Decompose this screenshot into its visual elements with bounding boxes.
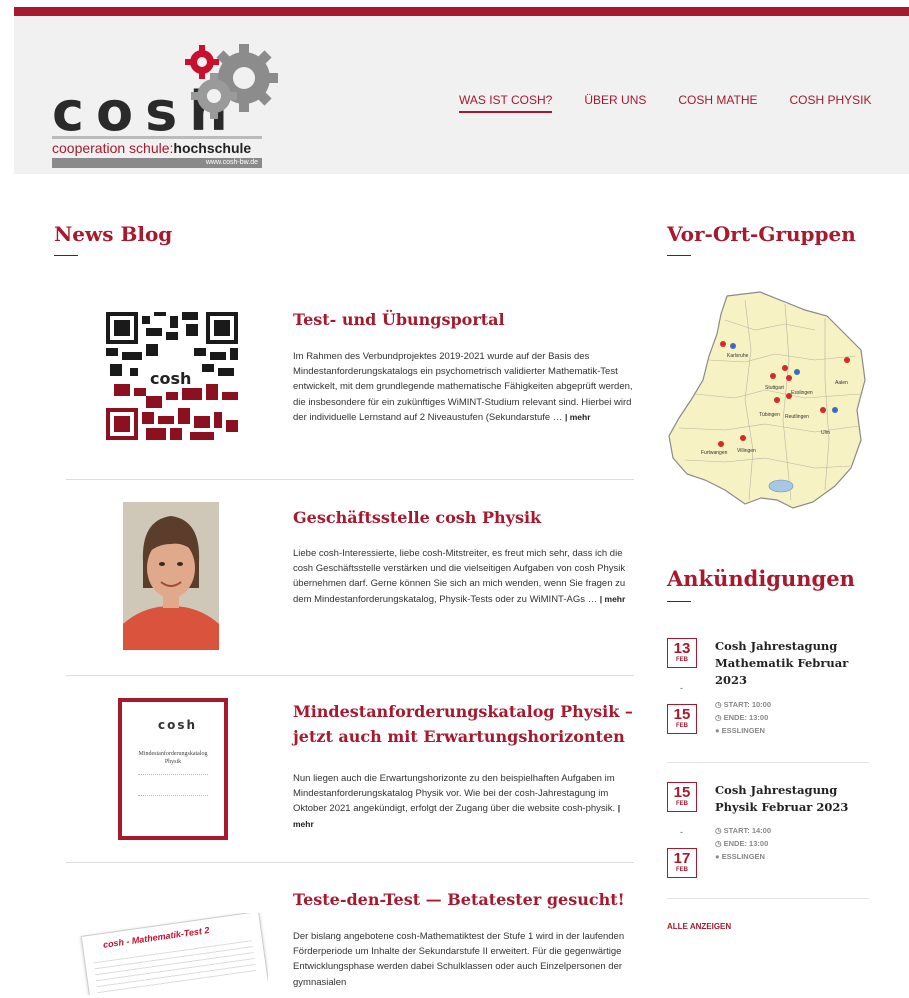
post-title[interactable]: Teste-den-Test — Betatester gesucht! (293, 887, 638, 912)
map-label: Villingen (737, 448, 756, 454)
news-post: cosh Mindestanforderungskatalog Physik M… (66, 676, 634, 862)
post-excerpt: Nun liegen auch die Erwartungshorizonte … (293, 773, 621, 829)
portrait-photo[interactable] (123, 502, 219, 650)
clock-icon: ◷ (715, 826, 724, 835)
map-label: Furtwangen (701, 450, 728, 456)
event-divider (667, 898, 869, 899)
announcements-heading: Ankündigungen (667, 566, 855, 591)
heading-divider (667, 255, 691, 256)
map-label: Tübingen (759, 412, 780, 418)
map-label: Reutlingen (785, 414, 809, 420)
nav-cosh-mathe[interactable]: COSH MATHE (678, 93, 757, 113)
news-post: Geschäftsstelle cosh Physik Liebe cosh-I… (66, 480, 634, 675)
post-excerpt: Liebe cosh-Interessierte, liebe cosh-Mit… (293, 548, 626, 605)
event-item[interactable]: 15 FEB - 17 FEB Cosh Jahrestagung Physik F… (667, 782, 869, 882)
location-pin-icon: ● (715, 726, 722, 735)
news-post: cosh - Mathematik-Test 2 Teste-den-Test … (66, 863, 634, 998)
event-end-date: 17 FEB (667, 848, 697, 878)
cover-logo: cosh (158, 718, 198, 732)
site-logo[interactable]: cosh cooperation schule:hochschule www.c… (52, 38, 282, 168)
news-post: cosh Test- und Übungsportal Im Rahmen de… (66, 300, 634, 470)
post-excerpt: Im Rahmen des Verbundprojektes 2019-2021… (293, 351, 633, 423)
map-label: Esslingen (791, 390, 813, 396)
document-cover-image[interactable]: cosh Mindestanforderungskatalog Physik (118, 698, 228, 840)
post-title[interactable]: Test- und Übungsportal (293, 307, 638, 332)
post-title[interactable]: Mindestanforderungskatalog Physik – jetz… (293, 699, 638, 749)
map-label: Karlsruhe (727, 353, 749, 359)
nav-ueber-uns[interactable]: ÜBER UNS (584, 93, 646, 113)
heading-divider (667, 601, 691, 602)
cover-title: Mindestanforderungskatalog Physik (138, 751, 208, 765)
groups-map[interactable]: Karlsruhe Stuttgart Esslingen Aalen Tübi… (665, 290, 870, 512)
logo-url: www.cosh-bw.de (52, 158, 262, 168)
qr-code-image[interactable]: cosh (106, 312, 238, 440)
clock-icon: ◷ (715, 700, 724, 709)
event-divider (667, 762, 869, 763)
post-title[interactable]: Geschäftsstelle cosh Physik (293, 505, 638, 530)
news-blog-heading: News Blog (54, 222, 173, 246)
map-label: Aalen (835, 380, 848, 386)
groups-heading: Vor-Ort-Gruppen (667, 222, 856, 246)
show-all-button[interactable]: ALLE ANZEIGEN (667, 922, 731, 931)
logo-tagline: cooperation schule:hochschule (52, 136, 262, 156)
nav-was-ist-cosh[interactable]: WAS IST COSH? (459, 93, 553, 113)
location-pin-icon: ● (715, 852, 722, 861)
gears-icon (185, 44, 278, 119)
event-meta: ◷ START: 10:00 ◷ ENDE: 13:00 ● ESSLINGEN (715, 700, 772, 735)
map-label: Stuttgart (765, 385, 785, 391)
main-nav: WAS IST COSH? ÜBER UNS COSH MATHE COSH P… (459, 93, 872, 113)
heading-divider (54, 255, 78, 256)
test-sheet-image[interactable]: cosh - Mathematik-Test 2 (78, 913, 268, 995)
clock-icon: ◷ (715, 839, 724, 848)
post-excerpt: Der bislang angebotene cosh-Mathematikte… (293, 931, 625, 988)
read-more-link[interactable]: | mehr (600, 594, 626, 604)
event-end-date: 15 FEB (667, 704, 697, 734)
event-title[interactable]: Cosh Jahrestagung Physik Februar 2023 (715, 782, 870, 816)
svg-text:cosh: cosh (150, 369, 191, 388)
event-start-date: 13 FEB (667, 638, 697, 668)
event-item[interactable]: 13 FEB - 15 FEB Cosh Jahrestagung Mathemat… (667, 638, 869, 748)
event-title[interactable]: Cosh Jahrestagung Mathematik Februar 202… (715, 638, 870, 689)
read-more-link[interactable]: | mehr (565, 412, 591, 422)
top-accent-bar (14, 7, 909, 16)
event-meta: ◷ START: 14:00 ◷ ENDE: 13:00 ● ESSLINGEN (715, 826, 772, 861)
nav-cosh-physik[interactable]: COSH PHYSIK (790, 93, 872, 113)
clock-icon: ◷ (715, 713, 724, 722)
map-label: Ulm (821, 430, 830, 436)
event-start-date: 15 FEB (667, 782, 697, 812)
